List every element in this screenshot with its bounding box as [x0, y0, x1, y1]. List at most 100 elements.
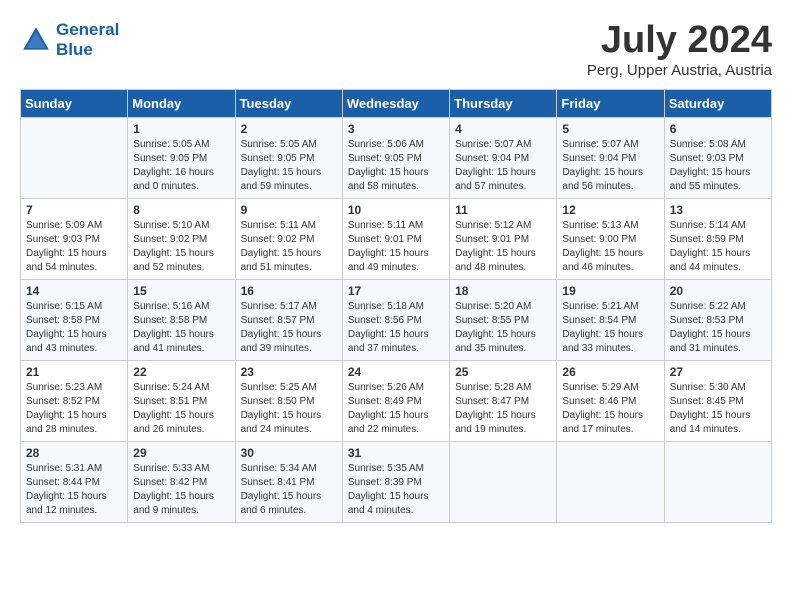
table-row: 10 Sunrise: 5:11 AM Sunset: 9:01 PM Dayli… [342, 198, 449, 279]
day-info: Sunrise: 5:11 AM Sunset: 9:01 PM Dayligh… [348, 219, 445, 275]
col-saturday: Saturday [664, 89, 771, 117]
day-info: Sunrise: 5:20 AM Sunset: 8:55 PM Dayligh… [455, 300, 552, 356]
day-info: Sunrise: 5:33 AM Sunset: 8:42 PM Dayligh… [133, 462, 230, 518]
day-number: 22 [133, 365, 230, 379]
day-number: 3 [348, 122, 445, 136]
table-row: 25Sunrise: 5:28 AM Sunset: 8:47 PM Dayli… [450, 360, 557, 441]
day-number: 30 [241, 446, 338, 460]
day-info: Sunrise: 5:14 AM Sunset: 8:59 PM Dayligh… [670, 219, 767, 275]
day-number: 13 [670, 203, 767, 217]
day-info: Sunrise: 5:10 AM Sunset: 9:02 PM Dayligh… [133, 219, 230, 275]
table-row: 13 Sunrise: 5:14 AM Sunset: 8:59 PM Dayli… [664, 198, 771, 279]
table-row: 27Sunrise: 5:30 AM Sunset: 8:45 PM Dayli… [664, 360, 771, 441]
table-row: 19 Sunrise: 5:21 AM Sunset: 8:54 PM Dayli… [557, 279, 664, 360]
location-subtitle: Perg, Upper Austria, Austria [587, 62, 772, 79]
table-row: 21 Sunrise: 5:23 AM Sunset: 8:52 PM Dayli… [21, 360, 128, 441]
day-number: 1 [133, 122, 230, 136]
day-number: 10 [348, 203, 445, 217]
day-number: 11 [455, 203, 552, 217]
day-number: 5 [562, 122, 659, 136]
day-number: 28 [26, 446, 123, 460]
table-row: 4 Sunrise: 5:07 AM Sunset: 9:04 PM Daylig… [450, 117, 557, 198]
table-row: 20 Sunrise: 5:22 AM Sunset: 8:53 PM Dayli… [664, 279, 771, 360]
day-info: Sunrise: 5:07 AM Sunset: 9:04 PM Dayligh… [562, 138, 659, 194]
table-row: 15Sunrise: 5:16 AM Sunset: 8:58 PM Dayli… [128, 279, 235, 360]
table-row: 1 Sunrise: 5:05 AM Sunset: 9:05 PM Daylig… [128, 117, 235, 198]
day-info: Sunrise: 5:21 AM Sunset: 8:54 PM Dayligh… [562, 300, 659, 356]
calendar-week-row: 14 Sunrise: 5:15 AM Sunset: 8:58 PM Dayli… [21, 279, 772, 360]
col-friday: Friday [557, 89, 664, 117]
day-number: 24 [348, 365, 445, 379]
day-number: 23 [241, 365, 338, 379]
col-thursday: Thursday [450, 89, 557, 117]
col-sunday: Sunday [21, 89, 128, 117]
day-info: Sunrise: 5:08 AM Sunset: 9:03 PM Dayligh… [670, 138, 767, 194]
day-info: Sunrise: 5:35 AM Sunset: 8:39 PM Dayligh… [348, 462, 445, 518]
logo-text: General Blue [56, 20, 119, 59]
table-row: 16Sunrise: 5:17 AM Sunset: 8:57 PM Dayli… [235, 279, 342, 360]
day-number: 14 [26, 284, 123, 298]
day-info: Sunrise: 5:24 AM Sunset: 8:51 PM Dayligh… [133, 381, 230, 437]
table-row: 22 Sunrise: 5:24 AM Sunset: 8:51 PM Dayli… [128, 360, 235, 441]
day-number: 6 [670, 122, 767, 136]
table-row: 26 Sunrise: 5:29 AM Sunset: 8:46 PM Dayli… [557, 360, 664, 441]
table-row: 5 Sunrise: 5:07 AM Sunset: 9:04 PM Daylig… [557, 117, 664, 198]
day-info: Sunrise: 5:09 AM Sunset: 9:03 PM Dayligh… [26, 219, 123, 275]
table-row: 30 Sunrise: 5:34 AM Sunset: 8:41 PM Dayli… [235, 441, 342, 522]
day-number: 7 [26, 203, 123, 217]
table-row: 31 Sunrise: 5:35 AM Sunset: 8:39 PM Dayli… [342, 441, 449, 522]
day-number: 15 [133, 284, 230, 298]
calendar-table: Sunday Monday Tuesday Wednesday Thursday… [20, 89, 772, 523]
table-row: 3 Sunrise: 5:06 AM Sunset: 9:05 PM Daylig… [342, 117, 449, 198]
table-row: 18 Sunrise: 5:20 AM Sunset: 8:55 PM Dayli… [450, 279, 557, 360]
col-wednesday: Wednesday [342, 89, 449, 117]
day-number: 18 [455, 284, 552, 298]
day-info: Sunrise: 5:13 AM Sunset: 9:00 PM Dayligh… [562, 219, 659, 275]
col-monday: Monday [128, 89, 235, 117]
day-info: Sunrise: 5:06 AM Sunset: 9:05 PM Dayligh… [348, 138, 445, 194]
day-number: 31 [348, 446, 445, 460]
table-row: 12 Sunrise: 5:13 AM Sunset: 9:00 PM Dayli… [557, 198, 664, 279]
day-number: 4 [455, 122, 552, 136]
day-info: Sunrise: 5:29 AM Sunset: 8:46 PM Dayligh… [562, 381, 659, 437]
logo-icon [20, 24, 52, 56]
table-row: 7 Sunrise: 5:09 AM Sunset: 9:03 PM Daylig… [21, 198, 128, 279]
day-info: Sunrise: 5:05 AM Sunset: 9:05 PM Dayligh… [133, 138, 230, 194]
day-number: 26 [562, 365, 659, 379]
day-number: 20 [670, 284, 767, 298]
month-year-title: July 2024 [587, 20, 772, 62]
col-tuesday: Tuesday [235, 89, 342, 117]
table-row [664, 441, 771, 522]
day-info: Sunrise: 5:22 AM Sunset: 8:53 PM Dayligh… [670, 300, 767, 356]
day-number: 27 [670, 365, 767, 379]
day-info: Sunrise: 5:15 AM Sunset: 8:58 PM Dayligh… [26, 300, 123, 356]
day-info: Sunrise: 5:23 AM Sunset: 8:52 PM Dayligh… [26, 381, 123, 437]
table-row: 9Sunrise: 5:11 AM Sunset: 9:02 PM Daylig… [235, 198, 342, 279]
day-number: 19 [562, 284, 659, 298]
page-header: General Blue July 2024 Perg, Upper Austr… [20, 20, 772, 79]
day-number: 29 [133, 446, 230, 460]
table-row: 11Sunrise: 5:12 AM Sunset: 9:01 PM Dayli… [450, 198, 557, 279]
table-row [21, 117, 128, 198]
day-info: Sunrise: 5:26 AM Sunset: 8:49 PM Dayligh… [348, 381, 445, 437]
logo: General Blue [20, 20, 119, 59]
day-info: Sunrise: 5:18 AM Sunset: 8:56 PM Dayligh… [348, 300, 445, 356]
day-info: Sunrise: 5:31 AM Sunset: 8:44 PM Dayligh… [26, 462, 123, 518]
table-row: 6 Sunrise: 5:08 AM Sunset: 9:03 PM Daylig… [664, 117, 771, 198]
table-row: 8 Sunrise: 5:10 AM Sunset: 9:02 PM Daylig… [128, 198, 235, 279]
day-number: 21 [26, 365, 123, 379]
table-row: 24 Sunrise: 5:26 AM Sunset: 8:49 PM Dayli… [342, 360, 449, 441]
day-number: 12 [562, 203, 659, 217]
day-info: Sunrise: 5:07 AM Sunset: 9:04 PM Dayligh… [455, 138, 552, 194]
title-block: July 2024 Perg, Upper Austria, Austria [587, 20, 772, 79]
day-number: 25 [455, 365, 552, 379]
calendar-week-row: 7 Sunrise: 5:09 AM Sunset: 9:03 PM Daylig… [21, 198, 772, 279]
day-info: Sunrise: 5:34 AM Sunset: 8:41 PM Dayligh… [241, 462, 338, 518]
table-row [450, 441, 557, 522]
table-row: 23 Sunrise: 5:25 AM Sunset: 8:50 PM Dayli… [235, 360, 342, 441]
day-info: Sunrise: 5:25 AM Sunset: 8:50 PM Dayligh… [241, 381, 338, 437]
day-info: Sunrise: 5:17 AM Sunset: 8:57 PM Dayligh… [241, 300, 338, 356]
calendar-week-row: 28 Sunrise: 5:31 AM Sunset: 8:44 PM Dayli… [21, 441, 772, 522]
day-number: 8 [133, 203, 230, 217]
calendar-week-row: 1 Sunrise: 5:05 AM Sunset: 9:05 PM Daylig… [21, 117, 772, 198]
